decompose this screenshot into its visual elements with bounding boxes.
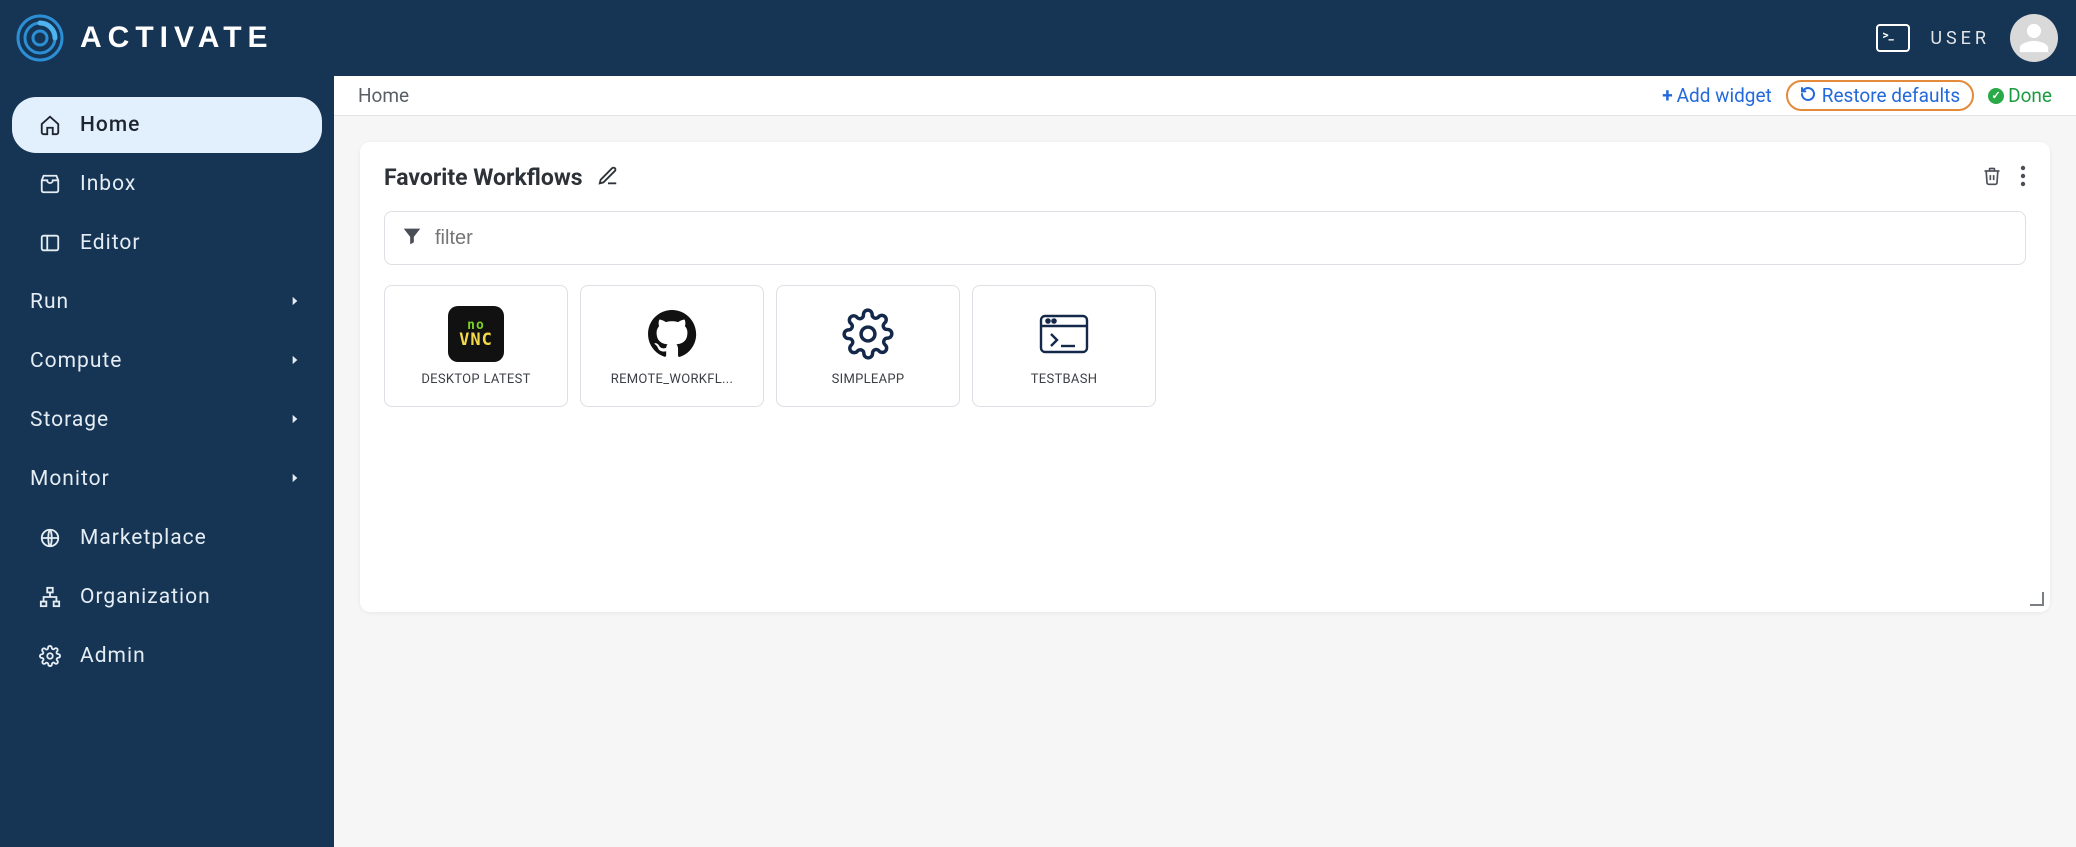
brand: ACTIVATE	[14, 12, 274, 64]
novnc-icon: noVNC	[448, 306, 504, 362]
sidebar-item-label: Marketplace	[80, 526, 207, 550]
topbar: ACTIVATE >_ USER	[0, 0, 2076, 76]
workflow-tile-desktop-latest[interactable]: noVNC DESKTOP LATEST	[384, 285, 568, 407]
edit-icon[interactable]	[597, 165, 619, 191]
sidebar-item-label: Run	[30, 290, 270, 314]
gear-icon	[38, 645, 62, 667]
sidebar-group-compute[interactable]: Compute	[12, 333, 322, 389]
sidebar-item-label: Storage	[30, 408, 270, 432]
tile-label: REMOTE_WORKFL...	[611, 372, 733, 387]
resize-handle[interactable]	[2030, 592, 2044, 606]
inbox-icon	[38, 173, 62, 195]
add-widget-label: Add widget	[1677, 84, 1772, 107]
card-title: Favorite Workflows	[384, 164, 583, 191]
tile-label: DESKTOP LATEST	[421, 372, 530, 387]
filter-icon	[401, 225, 423, 251]
card-area: Favorite Workflows	[334, 116, 2076, 847]
tile-label: SIMPLEAPP	[832, 372, 905, 387]
chevron-right-icon	[288, 351, 302, 372]
card-header-actions	[1982, 165, 2026, 191]
sidebar-item-editor[interactable]: Editor	[12, 215, 322, 271]
main: Home + Add widget Restore defaults ✓ Don…	[334, 76, 2076, 847]
sidebar-item-label: Inbox	[80, 172, 136, 196]
sidebar-item-marketplace[interactable]: Marketplace	[12, 510, 322, 566]
restore-defaults-link[interactable]: Restore defaults	[1786, 80, 1974, 111]
globe-icon	[38, 527, 62, 549]
restore-defaults-label: Restore defaults	[1822, 84, 1960, 107]
sidebar-group-storage[interactable]: Storage	[12, 392, 322, 448]
brand-logo	[14, 12, 66, 64]
done-label: Done	[2008, 84, 2052, 107]
sidebar: Home Inbox Editor Run Compute Storage Mo…	[0, 76, 334, 847]
user-label: USER	[1930, 28, 1990, 49]
breadcrumb-bar: Home + Add widget Restore defaults ✓ Don…	[334, 76, 2076, 116]
sidebar-item-label: Compute	[30, 349, 270, 373]
check-circle-icon: ✓	[1988, 88, 2004, 104]
gear-icon	[840, 306, 896, 362]
filter-input[interactable]	[435, 227, 2009, 250]
workflow-tile-simpleapp[interactable]: SIMPLEAPP	[776, 285, 960, 407]
sidebar-item-admin[interactable]: Admin	[12, 628, 322, 684]
sidebar-group-run[interactable]: Run	[12, 274, 322, 330]
sidebar-item-inbox[interactable]: Inbox	[12, 156, 322, 212]
brand-text: ACTIVATE	[80, 21, 274, 55]
tile-label: TESTBASH	[1031, 372, 1098, 387]
sidebar-item-label: Editor	[80, 231, 140, 255]
workflow-tiles: noVNC DESKTOP LATEST REMOTE_WORKFL... SI…	[384, 285, 2026, 407]
favorite-workflows-card: Favorite Workflows	[360, 142, 2050, 612]
sidebar-item-label: Admin	[80, 644, 146, 668]
sidebar-item-label: Monitor	[30, 467, 270, 491]
workflow-tile-remote-workflow[interactable]: REMOTE_WORKFL...	[580, 285, 764, 407]
sidebar-item-home[interactable]: Home	[12, 97, 322, 153]
breadcrumb-actions: + Add widget Restore defaults ✓ Done	[1662, 80, 2052, 111]
filter-row[interactable]	[384, 211, 2026, 265]
sidebar-group-monitor[interactable]: Monitor	[12, 451, 322, 507]
breadcrumb-title: Home	[358, 84, 409, 107]
home-icon	[38, 114, 62, 136]
github-icon	[644, 306, 700, 362]
avatar[interactable]	[2010, 14, 2058, 62]
sidebar-item-label: Home	[80, 113, 140, 137]
sidebar-item-label: Organization	[80, 585, 211, 609]
chevron-right-icon	[288, 410, 302, 431]
done-link[interactable]: ✓ Done	[1988, 84, 2052, 107]
panel-left-icon	[38, 232, 62, 254]
kebab-menu-icon[interactable]	[2020, 165, 2026, 191]
workflow-tile-testbash[interactable]: TESTBASH	[972, 285, 1156, 407]
sitemap-icon	[38, 586, 62, 608]
plus-icon: +	[1662, 84, 1672, 107]
logo-icon	[15, 13, 65, 63]
undo-icon	[1800, 86, 1816, 106]
chevron-right-icon	[288, 469, 302, 490]
card-header: Favorite Workflows	[384, 164, 2026, 191]
terminal-window-icon	[1036, 306, 1092, 362]
add-widget-link[interactable]: + Add widget	[1662, 84, 1771, 107]
topbar-right: >_ USER	[1876, 14, 2058, 62]
terminal-icon[interactable]: >_	[1876, 24, 1910, 52]
sidebar-item-organization[interactable]: Organization	[12, 569, 322, 625]
chevron-right-icon	[288, 292, 302, 313]
trash-icon[interactable]	[1982, 165, 2002, 191]
